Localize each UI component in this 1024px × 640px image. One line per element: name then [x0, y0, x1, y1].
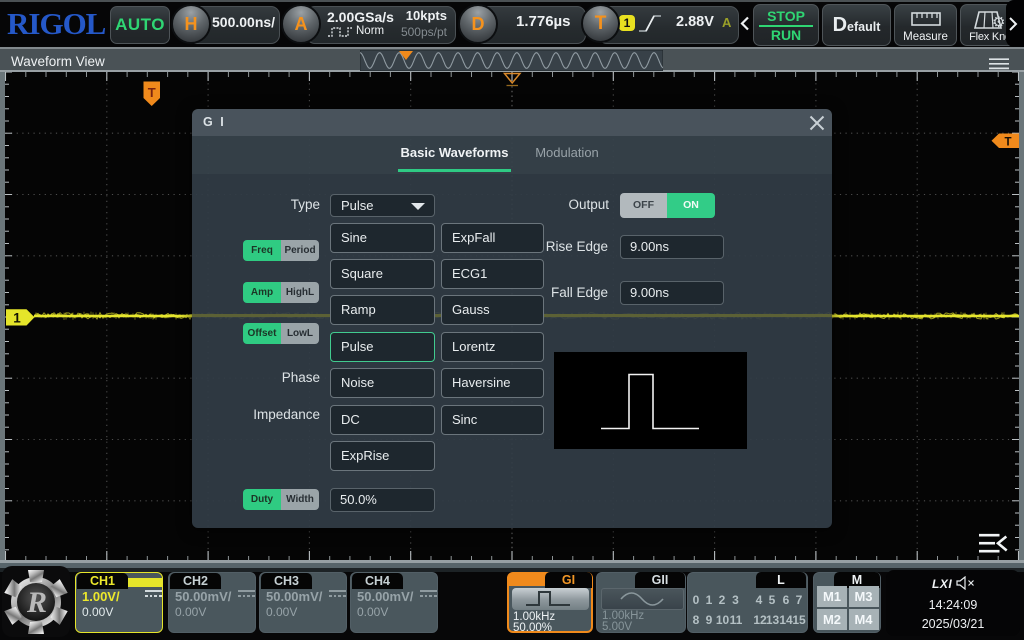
svg-text:R: R	[26, 586, 47, 619]
svg-text:1: 1	[13, 310, 21, 325]
svg-text:T: T	[1004, 136, 1011, 148]
svg-text:T: T	[148, 85, 156, 100]
